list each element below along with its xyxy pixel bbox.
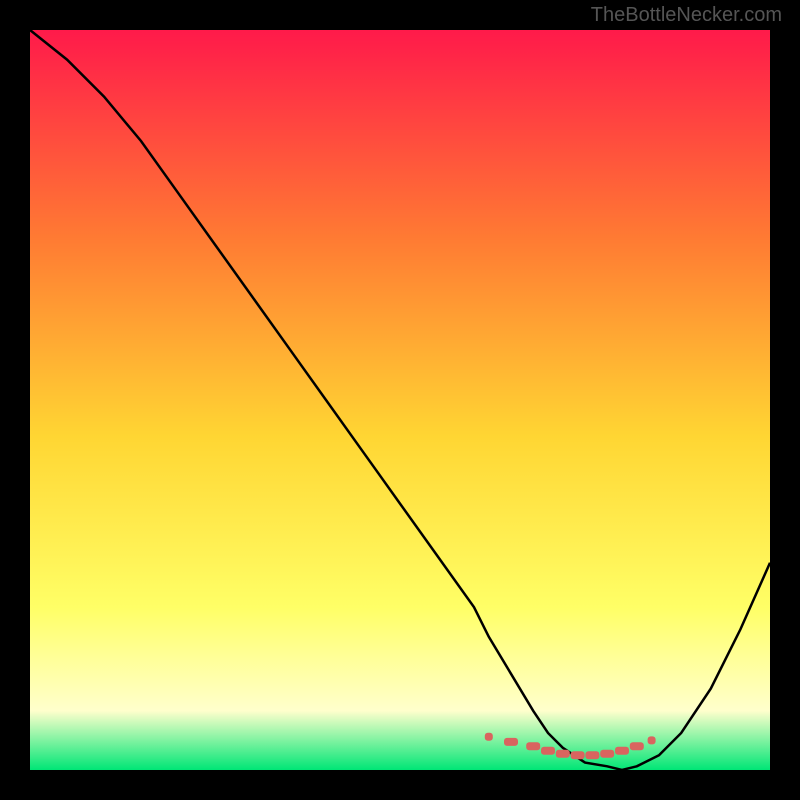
chart-container: TheBottleNecker.com bbox=[0, 0, 800, 800]
marker-dot bbox=[485, 733, 493, 741]
marker-dot bbox=[585, 751, 599, 759]
marker-dot bbox=[556, 750, 570, 758]
marker-dot bbox=[648, 736, 656, 744]
marker-dot bbox=[615, 747, 629, 755]
watermark-text: TheBottleNecker.com bbox=[591, 4, 782, 27]
marker-dot bbox=[526, 742, 540, 750]
marker-dot bbox=[630, 742, 644, 750]
marker-dot bbox=[571, 751, 585, 759]
marker-dot bbox=[600, 750, 614, 758]
marker-dot bbox=[541, 747, 555, 755]
plot-svg bbox=[30, 30, 770, 770]
plot-area bbox=[30, 30, 770, 770]
marker-dot bbox=[504, 738, 518, 746]
